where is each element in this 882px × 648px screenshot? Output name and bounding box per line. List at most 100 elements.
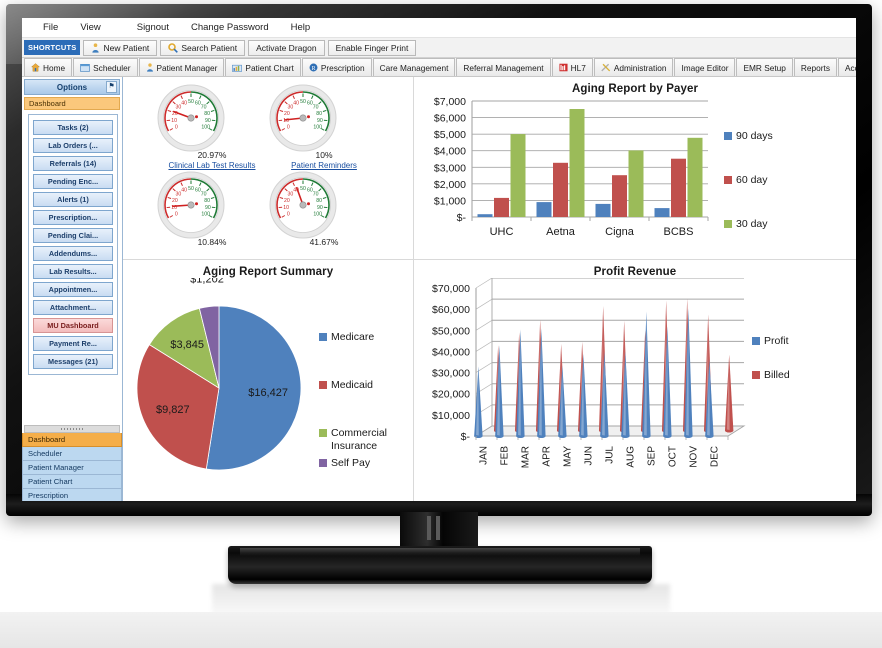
svg-text:10: 10 bbox=[283, 118, 289, 124]
home-icon bbox=[31, 63, 40, 72]
menu-item-help[interactable]: Help bbox=[280, 20, 322, 35]
tab-label: Care Management bbox=[379, 62, 449, 73]
dashboard-top-row: 0 10 20 30 40 50 60 70 80 90 100 20.97% Clinical Lab… bbox=[123, 77, 856, 260]
svg-text:80: 80 bbox=[204, 111, 210, 117]
options-title: Options bbox=[56, 82, 88, 92]
menu-item-file[interactable]: File bbox=[32, 20, 69, 35]
sidebar-action-13[interactable]: Messages (21) bbox=[33, 354, 113, 369]
svg-text:Profit: Profit bbox=[764, 335, 789, 347]
tab-patient-chart[interactable]: Patient Chart bbox=[225, 58, 301, 76]
svg-text:40: 40 bbox=[181, 100, 187, 106]
svg-text:Self Pay: Self Pay bbox=[331, 457, 371, 469]
table-surface bbox=[0, 612, 882, 648]
svg-text:MAY: MAY bbox=[563, 446, 574, 467]
aging-summary-chart: $16,427 $9,827 $3,845 $1,202 Medicare Medicai… bbox=[136, 278, 387, 471]
gauge-percent: 10% bbox=[315, 150, 333, 160]
menu-item-signout[interactable]: Signout bbox=[126, 20, 180, 35]
svg-text:NOV: NOV bbox=[689, 446, 700, 468]
shortcut-activate-dragon[interactable]: Activate Dragon bbox=[248, 39, 325, 56]
svg-text:$3,845: $3,845 bbox=[170, 339, 204, 351]
sidebar-nav-patient-chart[interactable]: Patient Chart bbox=[22, 475, 122, 489]
sidebar-nav-scheduler[interactable]: Scheduler bbox=[22, 447, 122, 461]
svg-text:APR: APR bbox=[542, 446, 553, 467]
tab-label: Prescription bbox=[320, 62, 365, 73]
pin-icon[interactable]: ⚑ bbox=[106, 81, 117, 93]
sidebar-nav-list: Dashboard Scheduler Patient Manager Patient… bbox=[22, 433, 122, 501]
svg-text:Medicaid: Medicaid bbox=[331, 379, 373, 391]
tab-prescription[interactable]: R Prescription bbox=[301, 58, 372, 76]
tab-emr-setup[interactable]: EMR Setup bbox=[736, 58, 793, 76]
svg-text:90: 90 bbox=[317, 205, 323, 211]
shortcut-new-patient[interactable]: New Patient bbox=[83, 39, 158, 56]
tab-scheduler[interactable]: Scheduler bbox=[73, 58, 138, 76]
pill-icon: R bbox=[309, 63, 318, 72]
tab-label: Reports bbox=[800, 62, 830, 73]
svg-text:80: 80 bbox=[316, 111, 322, 117]
svg-text:Medicare: Medicare bbox=[331, 331, 374, 343]
svg-text:60 day: 60 day bbox=[736, 174, 768, 186]
sidebar-action-7[interactable]: Addendums... bbox=[33, 246, 113, 261]
tab-care-management[interactable]: Care Management bbox=[372, 58, 456, 76]
sidebar-action-3[interactable]: Pending Enc... bbox=[33, 174, 113, 189]
sidebar-action-5[interactable]: Prescription... bbox=[33, 210, 113, 225]
sidebar-action-1[interactable]: Lab Orders (... bbox=[33, 138, 113, 153]
sidebar-action-11[interactable]: MU Dashboard bbox=[33, 318, 113, 333]
gauge-percent: 41.67% bbox=[309, 237, 339, 247]
shortcut-search-patient[interactable]: Search Patient bbox=[160, 39, 246, 56]
sidebar-action-0[interactable]: Tasks (2) bbox=[33, 120, 113, 135]
tab-account-receivables[interactable]: Account Receivables bbox=[837, 58, 856, 76]
shortcut-label: Search Patient bbox=[181, 42, 238, 53]
tools-icon bbox=[601, 63, 611, 72]
svg-text:$16,427: $16,427 bbox=[248, 387, 288, 399]
gauge-link[interactable]: Patient Reminders bbox=[268, 161, 380, 170]
gauge-3: 0 10 20 30 40 50 60 70 80 90 100 41.67% bbox=[268, 170, 380, 247]
svg-text:Commercial: Commercial bbox=[331, 427, 387, 439]
sidebar-action-2[interactable]: Referrals (14) bbox=[33, 156, 113, 171]
sidebar-action-12[interactable]: Payment Re... bbox=[33, 336, 113, 351]
svg-text:$2,000: $2,000 bbox=[434, 179, 466, 191]
svg-text:90: 90 bbox=[205, 118, 211, 124]
gauge-link[interactable]: Clinical Lab Test Results bbox=[156, 161, 268, 170]
tab-home[interactable]: Home bbox=[24, 58, 73, 76]
hl7-icon bbox=[559, 63, 568, 72]
svg-text:$-: $- bbox=[461, 431, 471, 443]
aging-by-payer-panel: Aging Report by Payer $7,000 $6,000 $5,000… bbox=[414, 77, 856, 259]
svg-text:$5,000: $5,000 bbox=[434, 129, 466, 141]
nav-grip[interactable] bbox=[24, 425, 120, 433]
svg-text:50: 50 bbox=[188, 99, 194, 105]
sidebar-nav-prescription[interactable]: Prescription bbox=[22, 489, 122, 501]
shortcut-enable-finger-print[interactable]: Enable Finger Print bbox=[327, 39, 417, 56]
svg-text:OCT: OCT bbox=[668, 446, 679, 467]
svg-text:JUN: JUN bbox=[584, 446, 595, 465]
aging-summary-title: Aging Report Summary bbox=[202, 266, 334, 278]
dashboard-main: 0 10 20 30 40 50 60 70 80 90 100 20.97% Clinical Lab… bbox=[123, 77, 856, 501]
svg-text:AUG: AUG bbox=[626, 446, 637, 468]
menu-item-view[interactable]: View bbox=[69, 20, 111, 35]
dashboard-bottom-row: Aging Report Summary $16,427 $9,827 $3,845… bbox=[123, 260, 856, 501]
svg-text:50: 50 bbox=[300, 186, 306, 192]
tab-reports[interactable]: Reports bbox=[793, 58, 837, 76]
sidebar-nav-dashboard[interactable]: Dashboard bbox=[22, 433, 122, 447]
svg-text:BCBS: BCBS bbox=[664, 226, 694, 238]
sidebar-nav-patient-manager[interactable]: Patient Manager bbox=[22, 461, 122, 475]
svg-text:100: 100 bbox=[313, 125, 322, 131]
sidebar-action-4[interactable]: Alerts (1) bbox=[33, 192, 113, 207]
sidebar-action-10[interactable]: Attachment... bbox=[33, 300, 113, 315]
shortcut-label: Activate Dragon bbox=[256, 42, 317, 53]
svg-text:90: 90 bbox=[317, 118, 323, 124]
tab-label: Administration bbox=[613, 62, 667, 73]
sidebar-action-6[interactable]: Pending Clai... bbox=[33, 228, 113, 243]
svg-text:70: 70 bbox=[201, 192, 207, 198]
svg-text:DEC: DEC bbox=[710, 446, 721, 467]
tab-hl7[interactable]: HL7 bbox=[551, 58, 593, 76]
menu-item-change-password[interactable]: Change Password bbox=[180, 20, 280, 35]
tab-image-editor[interactable]: Image Editor bbox=[674, 58, 736, 76]
tab-referral-management[interactable]: Referral Management bbox=[456, 58, 551, 76]
svg-text:30 day: 30 day bbox=[736, 218, 768, 230]
sidebar-action-8[interactable]: Lab Results... bbox=[33, 264, 113, 279]
tab-patient-manager[interactable]: Patient Manager bbox=[138, 58, 225, 76]
shortcuts-bar: SHORTCUTS New Patient Search Patient Act… bbox=[22, 38, 856, 58]
svg-text:Cigna: Cigna bbox=[605, 226, 635, 238]
tab-administration[interactable]: Administration bbox=[593, 58, 674, 76]
sidebar-action-9[interactable]: Appointmen... bbox=[33, 282, 113, 297]
